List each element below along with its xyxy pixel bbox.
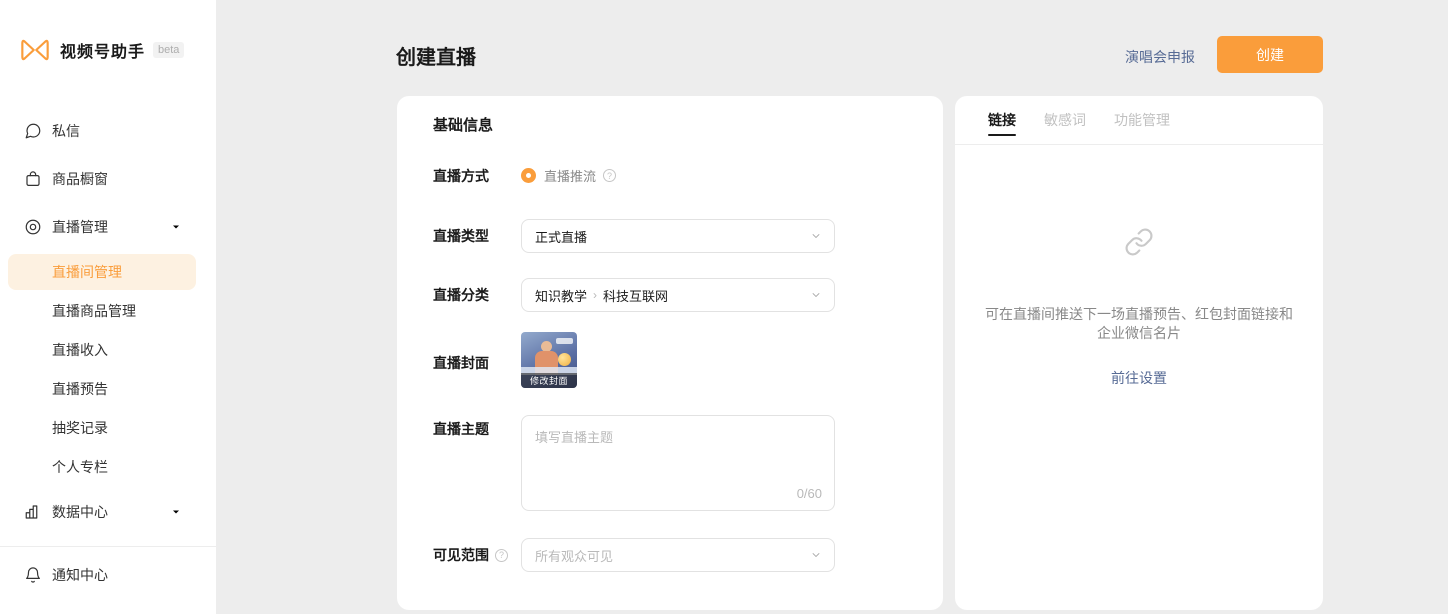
- sidebar-item-label: 数据中心: [52, 502, 108, 522]
- char-counter: 0/60: [797, 486, 822, 501]
- create-button[interactable]: 创建: [1217, 36, 1323, 73]
- sidebar-item-lottery[interactable]: 抽奖记录: [8, 410, 196, 446]
- live-manage-submenu: 直播间管理 直播商品管理 直播收入 直播预告 抽奖记录 个人专栏: [0, 254, 216, 485]
- basic-info-card: 基础信息 直播方式 直播推流 ? 直播类型 正式直播 直播分类 知识教学 › 科…: [397, 96, 943, 610]
- visibility-select[interactable]: 所有观众可见: [521, 538, 835, 572]
- page-title: 创建直播: [396, 41, 476, 70]
- sidebar-item-live-goods[interactable]: 直播商品管理: [8, 293, 196, 329]
- category-separator: ›: [593, 288, 597, 302]
- sidebar-item-live-income[interactable]: 直播收入: [8, 332, 196, 368]
- sidebar-item-label: 抽奖记录: [52, 418, 108, 438]
- panel-empty-text: 可在直播间推送下一场直播预告、红包封面链接和企业微信名片: [981, 305, 1297, 343]
- sidebar-item-notify-center[interactable]: 通知中心: [0, 547, 216, 603]
- sidebar-item-label: 直播预告: [52, 379, 108, 399]
- sidebar: 视频号助手 beta 私信 商品橱窗 直播管理 直播间管理: [0, 0, 216, 614]
- link-chain-icon: [1124, 227, 1154, 257]
- sidebar-item-label: 通知中心: [52, 565, 108, 585]
- live-cover-label: 直播封面: [433, 353, 489, 373]
- chevron-down-icon[interactable]: [170, 506, 182, 518]
- tab-feature-manage[interactable]: 功能管理: [1114, 96, 1170, 144]
- sidebar-item-label: 个人专栏: [52, 457, 108, 477]
- channels-logo-icon: [20, 37, 50, 63]
- concert-apply-link[interactable]: 演唱会申报: [1125, 47, 1195, 67]
- edit-cover-overlay[interactable]: 修改封面: [521, 373, 577, 388]
- sidebar-item-live-manage[interactable]: 直播管理: [0, 203, 216, 251]
- live-type-label: 直播类型: [433, 226, 489, 246]
- live-category-label: 直播分类: [433, 285, 489, 305]
- app-title: 视频号助手: [60, 38, 145, 62]
- sidebar-item-live-rooms[interactable]: 直播间管理: [8, 254, 196, 290]
- cover-coin-icon: [558, 353, 571, 366]
- chevron-down-icon: [810, 289, 822, 301]
- radio-option-label: 直播推流: [544, 166, 596, 185]
- radio-selected-icon[interactable]: [521, 168, 536, 183]
- category-primary: 知识教学: [535, 286, 587, 305]
- sidebar-item-live-trailer[interactable]: 直播预告: [8, 371, 196, 407]
- panel-tabs: 链接 敏感词 功能管理: [955, 96, 1323, 145]
- sidebar-item-data-center[interactable]: 数据中心: [0, 488, 216, 536]
- live-type-select[interactable]: 正式直播: [521, 219, 835, 253]
- chevron-down-icon: [810, 549, 822, 561]
- live-type-value: 正式直播: [535, 227, 587, 246]
- chat-bubble-icon: [24, 122, 42, 140]
- bar-chart-icon: [24, 503, 42, 521]
- sidebar-item-shop-window[interactable]: 商品橱窗: [0, 155, 216, 203]
- live-category-select[interactable]: 知识教学 › 科技互联网: [521, 278, 835, 312]
- bell-icon: [24, 566, 42, 584]
- visibility-label: 可见范围 ?: [433, 545, 508, 565]
- live-method-label: 直播方式: [433, 166, 489, 186]
- chevron-down-icon: [810, 230, 822, 242]
- sidebar-nav: 私信 商品橱窗 直播管理 直播间管理 直播商品管理 直播收入: [0, 107, 216, 603]
- sidebar-item-column[interactable]: 个人专栏: [8, 449, 196, 485]
- live-topic-label: 直播主题: [433, 419, 489, 439]
- app-logo-row: 视频号助手 beta: [0, 0, 216, 63]
- sidebar-item-label: 直播商品管理: [52, 301, 136, 321]
- tab-sensitive-words[interactable]: 敏感词: [1044, 96, 1086, 144]
- sidebar-item-messages[interactable]: 私信: [0, 107, 216, 155]
- tab-links[interactable]: 链接: [988, 96, 1016, 144]
- category-secondary: 科技互联网: [603, 286, 668, 305]
- live-cover-thumbnail[interactable]: 修改封面: [521, 332, 577, 388]
- sidebar-item-label: 商品橱窗: [52, 169, 108, 189]
- live-method-radio-row: 直播推流 ?: [521, 166, 616, 185]
- record-circle-icon: [24, 218, 42, 236]
- panel-body: 可在直播间推送下一场直播预告、红包封面链接和企业微信名片 前往设置: [955, 145, 1323, 388]
- live-topic-input[interactable]: [522, 416, 834, 484]
- help-question-icon[interactable]: ?: [495, 549, 508, 562]
- shopping-bag-icon: [24, 170, 42, 188]
- sidebar-item-label: 直播间管理: [52, 262, 122, 282]
- section-title: 基础信息: [433, 114, 493, 135]
- sidebar-item-label: 私信: [52, 121, 80, 141]
- sidebar-item-label: 直播管理: [52, 217, 108, 237]
- visibility-value: 所有观众可见: [535, 546, 613, 565]
- live-topic-box: 0/60: [521, 415, 835, 511]
- cover-text-chip: [556, 338, 573, 344]
- help-question-icon[interactable]: ?: [603, 169, 616, 182]
- chevron-down-icon[interactable]: [170, 221, 182, 233]
- go-to-settings-link[interactable]: 前往设置: [1111, 368, 1167, 388]
- beta-badge: beta: [153, 42, 184, 58]
- sidebar-item-label: 直播收入: [52, 340, 108, 360]
- link-tools-card: 链接 敏感词 功能管理 可在直播间推送下一场直播预告、红包封面链接和企业微信名片…: [955, 96, 1323, 610]
